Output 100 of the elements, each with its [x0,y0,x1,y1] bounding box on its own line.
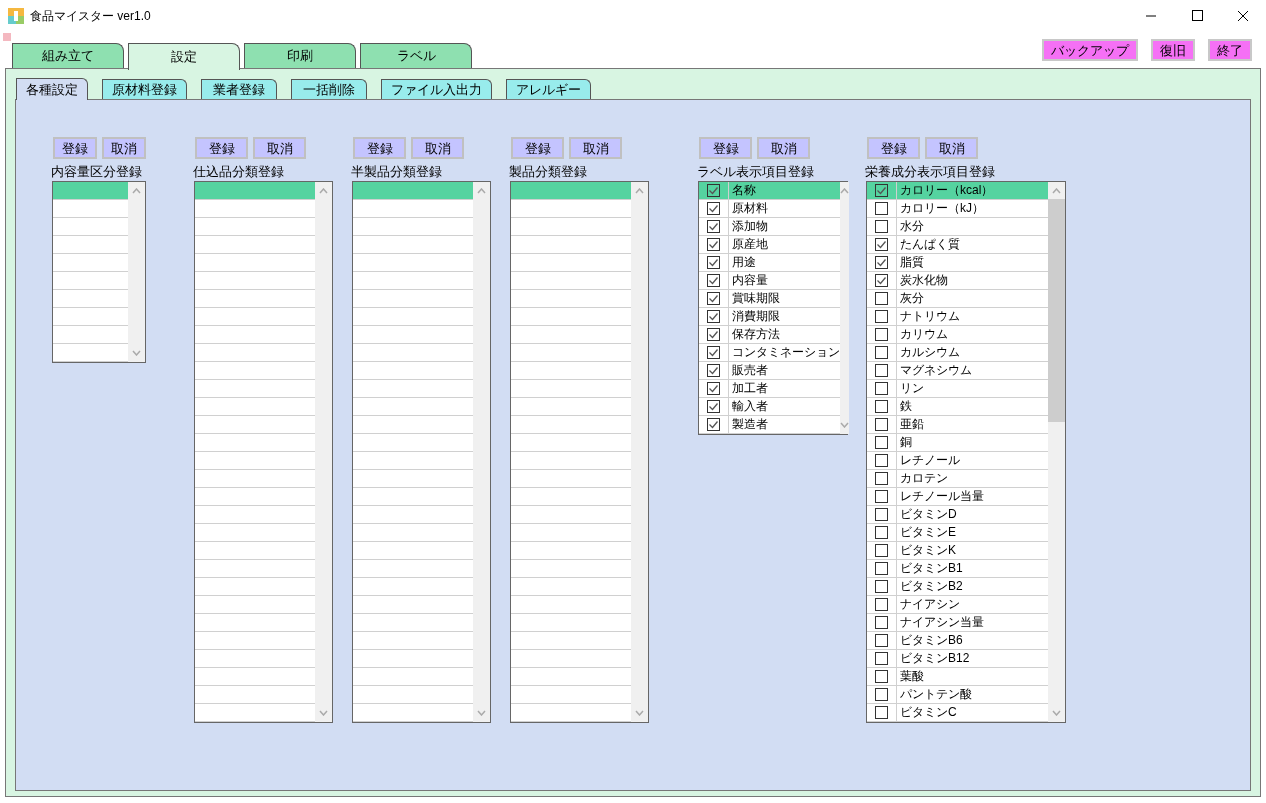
list-row[interactable]: カロリー（kJ） [867,200,1048,218]
list-row[interactable]: 炭水化物 [867,272,1048,290]
checkbox[interactable] [875,652,888,665]
form-button[interactable]: 取消 [411,137,464,159]
form-button[interactable]: 登録 [195,137,248,159]
main-tab[interactable]: 設定 [128,43,240,70]
main-tab[interactable]: 組み立て [12,43,124,68]
list-row[interactable]: 原材料 [699,200,840,218]
list-row[interactable]: ビタミンB12 [867,650,1048,668]
toolbar-button[interactable]: バックアップ [1042,39,1138,61]
checkbox[interactable] [875,436,888,449]
scroll-down-icon[interactable] [319,710,328,716]
scrollbar-thumb[interactable] [1048,199,1065,422]
checkbox[interactable] [875,418,888,431]
list-row[interactable]: レチノール [867,452,1048,470]
checkbox[interactable] [875,706,888,719]
scrollbar[interactable] [473,182,490,722]
checkbox[interactable] [875,292,888,305]
list-row[interactable]: ビタミンK [867,542,1048,560]
scroll-up-icon[interactable] [635,188,644,194]
checkbox[interactable] [875,544,888,557]
sub-tab[interactable]: アレルギー [506,79,591,99]
list-row[interactable]: 添加物 [699,218,840,236]
checkbox[interactable] [875,328,888,341]
sub-tab[interactable]: ファイル入出力 [381,79,492,99]
checkbox[interactable] [875,274,888,287]
scroll-up-icon[interactable] [477,188,486,194]
list-row[interactable]: パントテン酸 [867,686,1048,704]
list-row[interactable]: 葉酸 [867,668,1048,686]
form-button[interactable]: 取消 [757,137,810,159]
list-row[interactable]: たんぱく質 [867,236,1048,254]
list-row[interactable] [195,182,315,200]
list-row[interactable] [53,182,128,200]
checkbox[interactable] [707,382,720,395]
checkbox[interactable] [707,274,720,287]
list-row[interactable]: ビタミンE [867,524,1048,542]
scrollbar[interactable] [631,182,648,722]
form-button[interactable]: 登録 [867,137,920,159]
checkbox[interactable] [875,382,888,395]
scroll-down-icon[interactable] [477,710,486,716]
main-tab[interactable]: ラベル [360,43,472,68]
scroll-up-icon[interactable] [132,188,141,194]
checkbox[interactable] [875,310,888,323]
checkbox[interactable] [875,184,888,197]
checkbox[interactable] [875,688,888,701]
checkbox[interactable] [707,238,720,251]
scroll-down-icon[interactable] [840,422,849,428]
sub-tab[interactable]: 業者登録 [201,79,277,99]
checkbox[interactable] [707,346,720,359]
form-button[interactable]: 取消 [925,137,978,159]
list-row[interactable]: カルシウム [867,344,1048,362]
list-row[interactable]: ナイアシン [867,596,1048,614]
list-row[interactable]: マグネシウム [867,362,1048,380]
form-button[interactable]: 登録 [511,137,564,159]
checkbox[interactable] [875,508,888,521]
checkbox[interactable] [707,418,720,431]
scroll-up-icon[interactable] [319,188,328,194]
list-row[interactable]: リン [867,380,1048,398]
list-row[interactable]: 販売者 [699,362,840,380]
checkbox[interactable] [875,256,888,269]
list-row[interactable]: 保存方法 [699,326,840,344]
form-button[interactable]: 登録 [353,137,406,159]
scroll-down-icon[interactable] [132,350,141,356]
list-row[interactable]: 原産地 [699,236,840,254]
toolbar-button[interactable]: 復旧 [1151,39,1195,61]
checkbox[interactable] [875,598,888,611]
scroll-down-icon[interactable] [1052,710,1061,716]
checkbox[interactable] [875,238,888,251]
checkbox[interactable] [707,184,720,197]
list-row[interactable]: 加工者 [699,380,840,398]
list-row[interactable]: ビタミンB2 [867,578,1048,596]
list-row[interactable]: レチノール当量 [867,488,1048,506]
list-row[interactable]: コンタミネーション [699,344,840,362]
scroll-up-icon[interactable] [1052,188,1061,194]
list-row[interactable]: カロテン [867,470,1048,488]
form-button[interactable]: 取消 [569,137,622,159]
list-row[interactable]: 銅 [867,434,1048,452]
list-row[interactable]: 輸入者 [699,398,840,416]
checkbox[interactable] [875,364,888,377]
checkbox[interactable] [875,454,888,467]
list-row[interactable]: ビタミンB6 [867,632,1048,650]
list-row[interactable]: カリウム [867,326,1048,344]
list-row[interactable]: ビタミンB1 [867,560,1048,578]
list-row[interactable]: 亜鉛 [867,416,1048,434]
main-tab[interactable]: 印刷 [244,43,356,68]
form-button[interactable]: 取消 [253,137,306,159]
scroll-up-icon[interactable] [840,188,849,194]
list-row[interactable]: ナイアシン当量 [867,614,1048,632]
list-row[interactable]: 名称 [699,182,840,200]
checkbox[interactable] [707,400,720,413]
list-row[interactable] [511,182,631,200]
checkbox[interactable] [875,562,888,575]
checkbox[interactable] [875,202,888,215]
checkbox[interactable] [707,220,720,233]
list-row[interactable]: 消費期限 [699,308,840,326]
list-row[interactable]: 内容量 [699,272,840,290]
checkbox[interactable] [875,670,888,683]
checkbox[interactable] [707,328,720,341]
list-row[interactable]: 賞味期限 [699,290,840,308]
checkbox[interactable] [707,310,720,323]
